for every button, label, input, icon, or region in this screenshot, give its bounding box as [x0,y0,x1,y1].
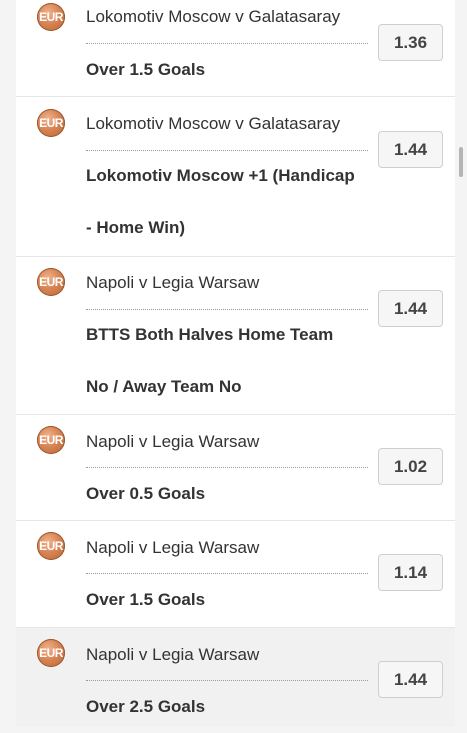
odds-button[interactable]: 1.44 [378,661,443,698]
event-name: Lokomotiv Moscow v Galatasaray [86,114,341,133]
currency-badge-icon: EUR [37,109,65,137]
currency-badge-icon: EUR [37,3,65,31]
event-name: Napoli v Legia Warsaw [86,432,260,451]
selection-name: Over 0.5 Goals [86,484,206,503]
selection-name: Over 1.5 Goals [86,590,206,609]
currency-badge-icon: EUR [37,532,65,560]
odds-button[interactable]: 1.44 [378,131,443,168]
bet-item: EUR Napoli v Legia Warsaw Over 2.5 Goals… [16,627,455,727]
selection-name: Over 2.5 Goals [86,697,206,716]
event-name: Napoli v Legia Warsaw [86,273,260,292]
selection-name: Over 1.5 Goals [86,60,206,79]
currency-badge-icon: EUR [37,426,65,454]
event-name: Napoli v Legia Warsaw [86,538,260,557]
currency-badge-icon: EUR [37,268,65,296]
bet-item: EUR Lokomotiv Moscow v Galatasaray Lokom… [16,96,455,256]
odds-button[interactable]: 1.36 [378,24,443,61]
bet-item: EUR Napoli v Legia Warsaw Over 1.5 Goals… [16,520,455,627]
event-name: Napoli v Legia Warsaw [86,645,260,664]
scrollbar[interactable] [459,147,463,177]
currency-badge-icon: EUR [37,639,65,667]
bet-item: EUR Lokomotiv Moscow v Galatasaray Over … [16,0,455,96]
event-name: Lokomotiv Moscow v Galatasaray [86,7,341,26]
selection-name: Lokomotiv Moscow +1 (Handicap - Home Win… [86,166,355,237]
bet-item: EUR Napoli v Legia Warsaw Over 0.5 Goals… [16,414,455,520]
bet-item: EUR Napoli v Legia Warsaw BTTS Both Halv… [16,256,455,414]
odds-button[interactable]: 1.02 [378,448,443,485]
odds-button[interactable]: 1.14 [378,554,443,591]
odds-button[interactable]: 1.44 [378,290,443,327]
selection-name: BTTS Both Halves Home Team No / Away Tea… [86,325,334,396]
